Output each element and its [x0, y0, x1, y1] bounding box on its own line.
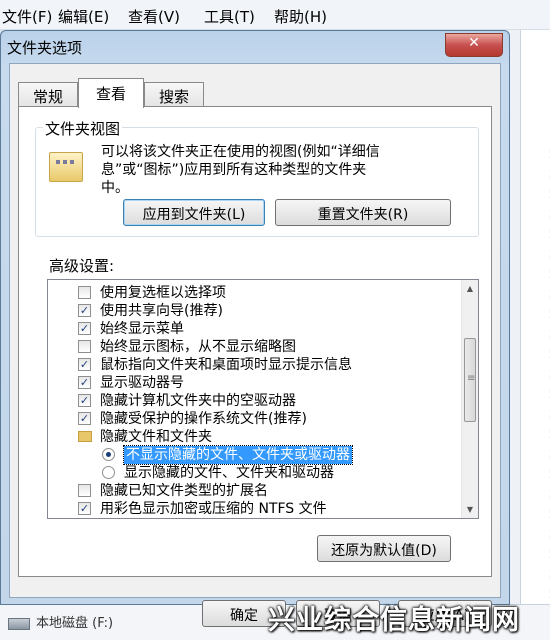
menu-view[interactable]: 查看(V): [128, 6, 180, 27]
checkbox-unchecked[interactable]: [78, 286, 91, 299]
option-label: 隐藏计算机文件夹中的空驱动器: [100, 393, 296, 409]
menu-help[interactable]: 帮助(H): [274, 6, 327, 27]
option-label: 显示驱动器号: [100, 375, 184, 391]
option-label: 不显示隐藏的文件、文件夹或驱动器: [123, 445, 353, 465]
drive-icon: [8, 617, 30, 630]
radio-selected[interactable]: [102, 448, 115, 461]
folder-icon: [78, 431, 92, 442]
watermark: 兴业综合信息新闻网: [268, 605, 520, 636]
checkbox-checked[interactable]: ✓: [78, 304, 91, 317]
radio-unselected[interactable]: [102, 466, 115, 479]
folder-views-description: 可以将该文件夹正在使用的视图(例如“详细信 息”或“图标”)应用到所有这种类型的…: [101, 144, 380, 196]
checkbox-checked[interactable]: ✓: [78, 358, 91, 371]
option-label: 隐藏已知文件类型的扩展名: [100, 483, 268, 499]
scroll-down-icon[interactable]: ▼: [462, 501, 478, 518]
option-label: 隐藏受保护的操作系统文件(推荐): [100, 411, 307, 427]
option-label: 用彩色显示加密或压缩的 NTFS 文件: [100, 501, 327, 517]
advanced-list-scrollbar[interactable]: ▲ ▼: [461, 280, 478, 518]
menu-bar: 文件(F) 编辑(E) 查看(V) 工具(T) 帮助(H): [0, 0, 550, 30]
option-label: 使用复选框以选择项: [100, 285, 226, 301]
option-label: 隐藏文件和文件夹: [100, 429, 212, 445]
menu-file[interactable]: 文件(F): [2, 6, 52, 27]
checkbox-checked[interactable]: ✓: [78, 394, 91, 407]
checkbox-unchecked[interactable]: [78, 484, 91, 497]
scroll-thumb[interactable]: [464, 338, 476, 422]
option-label: 鼠标指向文件夹和桌面项时显示提示信息: [100, 357, 352, 373]
view-tab-page: 文件夹视图 可以将该文件夹正在使用的视图(例如“详细信 息”或“图标”)应用到所…: [18, 106, 492, 577]
tab-view[interactable]: 查看: [78, 78, 144, 108]
advanced-settings-label: 高级设置:: [49, 257, 115, 275]
checkbox-checked[interactable]: ✓: [78, 412, 91, 425]
drive-label: 本地磁盘 (F:): [36, 616, 114, 631]
option-label: 使用共享向导(推荐): [100, 303, 223, 319]
menu-edit[interactable]: 编辑(E): [58, 6, 109, 27]
dialog-client-area: 常规 查看 搜索 文件夹视图 可以将该文件夹正在使用的视图(例如“详细信 息”或…: [9, 63, 501, 627]
tab-search[interactable]: 搜索: [144, 82, 204, 108]
scroll-up-icon[interactable]: ▲: [462, 280, 478, 297]
restore-defaults-button[interactable]: 还原为默认值(D): [317, 535, 451, 562]
close-icon: ✕: [468, 35, 480, 51]
checkbox-checked[interactable]: ✓: [78, 376, 91, 389]
option-label: 显示隐藏的文件、文件夹和驱动器: [124, 465, 334, 481]
option-label: 始终显示菜单: [100, 321, 184, 337]
advanced-settings-list: ✓ 用彩色显示加密或压缩的 NTFS 文件 隐藏已知文件类型的扩展名 显示隐藏的文件、…: [47, 279, 479, 519]
checkbox-checked[interactable]: ✓: [78, 322, 91, 335]
reset-folders-button[interactable]: 重置文件夹(R): [275, 199, 451, 226]
checkbox-unchecked[interactable]: [78, 340, 91, 353]
folder-views-title: 文件夹视图: [43, 118, 123, 139]
checkbox-checked[interactable]: ✓: [78, 502, 91, 515]
menu-tools[interactable]: 工具(T): [204, 6, 255, 27]
folder-view-icon: [49, 152, 83, 182]
drive-item[interactable]: 本地磁盘 (F:): [8, 612, 113, 631]
folder-options-dialog: 文件夹选项 ✕ 常规 查看 搜索 文件夹视图 可以将该文件夹正在使用的视图(例如…: [0, 30, 510, 627]
explorer-file-list: 122222222222222222222222: [520, 30, 550, 640]
tab-general[interactable]: 常规: [18, 82, 78, 108]
close-button[interactable]: ✕: [445, 33, 503, 57]
option-label: 始终显示图标，从不显示缩略图: [100, 339, 296, 355]
apply-to-folders-button[interactable]: 应用到文件夹(L): [123, 199, 265, 226]
dialog-title: 文件夹选项: [7, 39, 83, 57]
